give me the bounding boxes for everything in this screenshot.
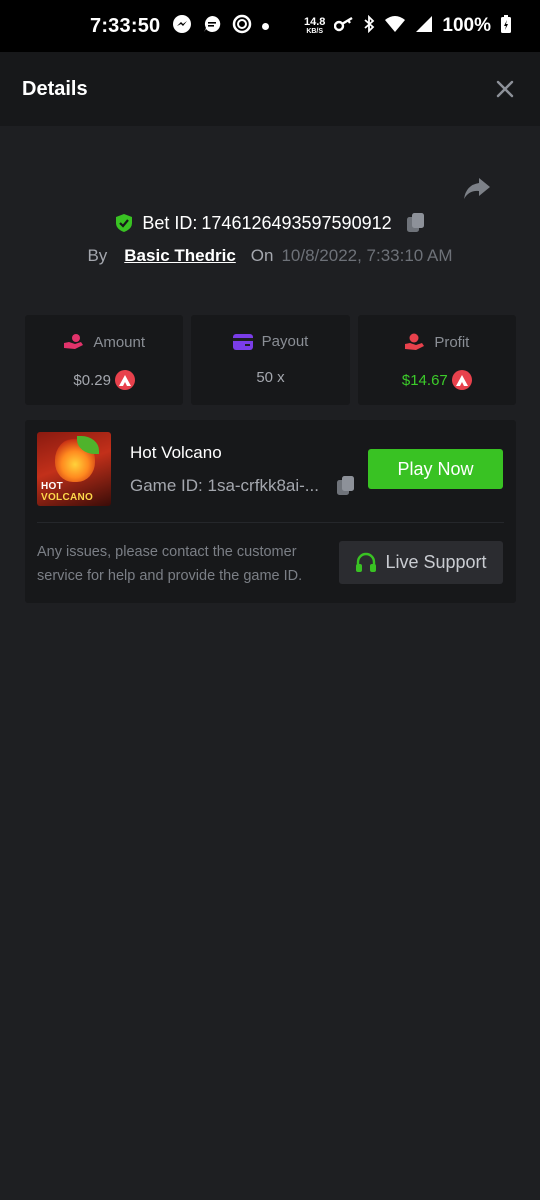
bet-stats: Amount $0.29 Payout 50 x Profit $14.67 bbox=[25, 315, 516, 405]
circular-app-icon bbox=[232, 14, 252, 39]
close-button[interactable] bbox=[492, 76, 518, 102]
chat-icon bbox=[202, 14, 222, 39]
stat-card-amount: Amount $0.29 bbox=[25, 315, 184, 405]
on-label: On bbox=[250, 246, 274, 265]
details-header: Details bbox=[0, 52, 540, 126]
close-icon bbox=[496, 80, 514, 98]
share-icon bbox=[464, 178, 490, 199]
divider bbox=[37, 522, 504, 523]
stat-card-profit: Profit $14.67 bbox=[357, 315, 516, 405]
game-id-row: Game ID: 1sa-crfkk8ai-... bbox=[130, 475, 356, 497]
bluetooth-icon bbox=[363, 14, 375, 38]
network-speed: 14.8 KB/S bbox=[303, 16, 326, 36]
currency-coin-icon bbox=[451, 370, 472, 390]
headset-icon bbox=[356, 552, 377, 572]
game-id-label: Game ID: bbox=[130, 476, 203, 495]
card-icon bbox=[232, 333, 253, 350]
stat-label: Profit bbox=[434, 333, 470, 351]
bet-date: 10/8/2022, 7:33:10 AM bbox=[281, 246, 453, 265]
copy-game-id-button[interactable] bbox=[336, 475, 356, 497]
status-time: 7:33:50 bbox=[90, 14, 161, 37]
battery-charging-icon bbox=[500, 14, 512, 39]
game-thumbnail[interactable]: HOT VOLCANO bbox=[37, 432, 111, 506]
live-support-button[interactable]: Live Support bbox=[339, 541, 503, 584]
copy-bet-id-button[interactable] bbox=[406, 212, 426, 234]
stat-label: Amount bbox=[93, 333, 146, 351]
more-notifications-dot-icon bbox=[262, 22, 270, 30]
notification-icons bbox=[172, 14, 270, 39]
wifi-icon bbox=[384, 15, 406, 38]
live-support-label: Live Support bbox=[385, 552, 487, 572]
battery-percent: 100% bbox=[442, 15, 491, 36]
stat-value: 50 x bbox=[256, 369, 285, 386]
bet-author-row: By Basic Thedric On 10/8/2022, 7:33:10 A… bbox=[0, 246, 540, 266]
vpn-key-icon bbox=[334, 16, 354, 37]
game-id-value: 1sa-crfkk8ai-... bbox=[207, 476, 319, 495]
page-title: Details bbox=[22, 77, 88, 100]
cell-signal-icon bbox=[415, 15, 433, 38]
user-link[interactable]: Basic Thedric bbox=[124, 246, 236, 266]
bet-id-label: Bet ID: bbox=[142, 212, 198, 233]
share-button[interactable] bbox=[462, 176, 492, 202]
shield-check-icon bbox=[116, 214, 133, 232]
system-icons: 14.8 KB/S 100% bbox=[304, 14, 512, 39]
copy-icon bbox=[406, 213, 424, 232]
messenger-icon bbox=[172, 14, 192, 39]
by-label: By bbox=[87, 246, 108, 265]
game-card: HOT VOLCANO Hot Volcano Game ID: 1sa-crf… bbox=[25, 420, 516, 603]
stat-value: $0.29 bbox=[73, 371, 111, 389]
profit-hand-icon bbox=[405, 333, 425, 350]
coins-hand-icon bbox=[64, 334, 84, 349]
copy-icon bbox=[337, 476, 354, 495]
currency-coin-icon bbox=[114, 370, 135, 390]
status-bar: 7:33:50 14.8 KB/S 100% bbox=[0, 0, 540, 52]
stat-card-payout: Payout 50 x bbox=[191, 315, 350, 405]
support-info-text: Any issues, please contact the customer … bbox=[37, 544, 303, 584]
stat-value: $14.67 bbox=[401, 371, 448, 389]
stat-label: Payout bbox=[261, 333, 309, 350]
bet-id-row: Bet ID: 1746126493597590912 bbox=[0, 212, 540, 234]
game-name: Hot Volcano bbox=[130, 443, 222, 462]
play-now-button[interactable]: Play Now bbox=[368, 449, 503, 489]
bet-id-value: 1746126493597590912 bbox=[201, 212, 392, 233]
